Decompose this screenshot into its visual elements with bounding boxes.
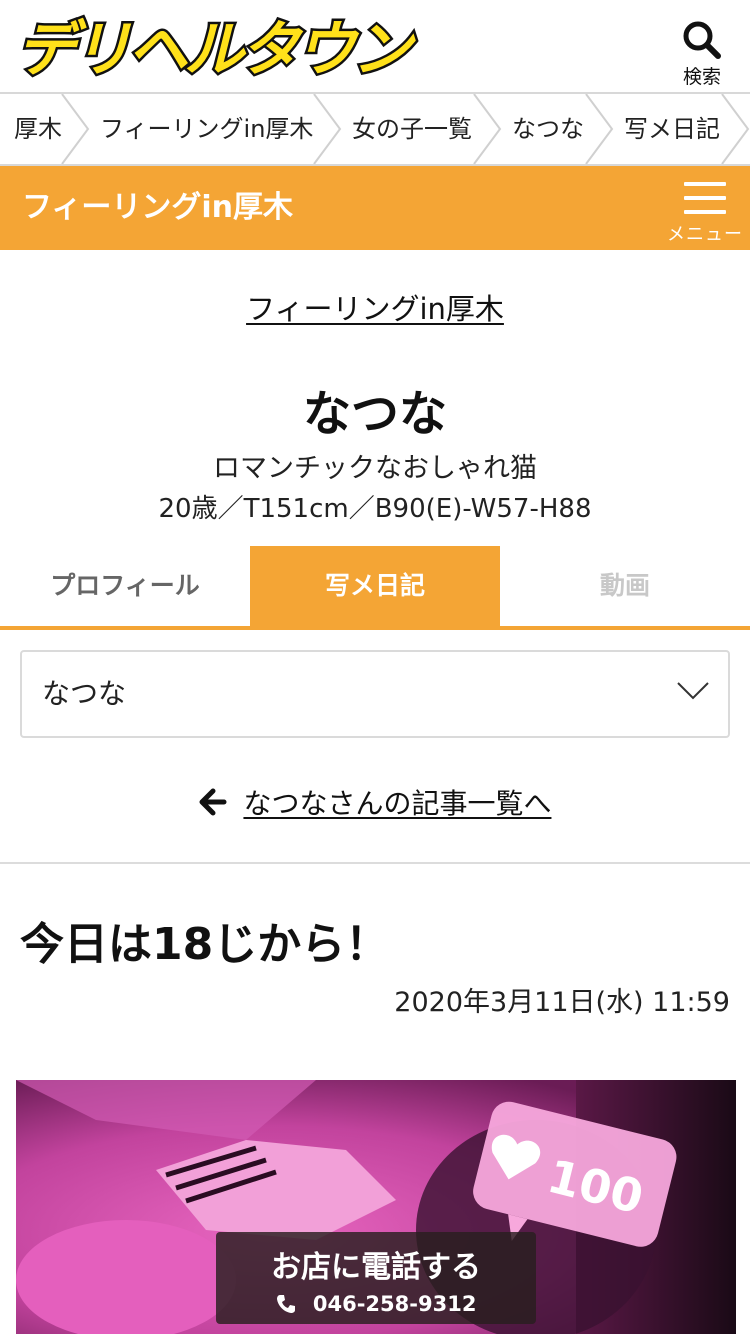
search-button[interactable]: 検索: [672, 18, 732, 88]
site-header: デリヘルタウン 検索: [0, 0, 750, 92]
breadcrumb-item-area[interactable]: 厚木: [14, 94, 62, 164]
call-shop-button[interactable]: お店に電話する 046-258-9312: [216, 1232, 536, 1324]
call-shop-label: お店に電話する: [271, 1250, 481, 1285]
breadcrumb-separator-icon: [585, 94, 614, 164]
search-icon: [683, 21, 721, 59]
girl-select-value: なつな: [42, 677, 127, 710]
arrow-left-icon: [199, 788, 227, 816]
tab-profile[interactable]: プロフィール: [0, 546, 250, 626]
back-link-label: なつなさんの記事一覧へ: [243, 787, 552, 820]
post-date: 2020年3月11日(水) 11:59: [394, 987, 730, 1018]
hamburger-icon: [666, 180, 744, 214]
profile-tabs: プロフィール 写メ日記 動画: [0, 546, 750, 630]
breadcrumb-separator-icon: [473, 94, 502, 164]
phone-icon: [276, 1295, 295, 1313]
menu-label: メニュー: [667, 224, 743, 245]
tab-diary[interactable]: 写メ日記: [250, 546, 500, 626]
breadcrumb-separator-icon: [721, 94, 750, 164]
shop-link[interactable]: フィーリングin厚木: [0, 286, 750, 328]
girl-select[interactable]: なつな: [20, 650, 730, 738]
girl-catchphrase: ロマンチックなおしゃれ猫: [213, 453, 537, 484]
girl-name: なつな: [302, 386, 447, 442]
breadcrumb-item-shop[interactable]: フィーリングin厚木: [100, 94, 313, 164]
breadcrumb-separator-icon: [313, 94, 342, 164]
post-title: 今日は18じから！: [20, 919, 390, 970]
breadcrumb-item-diary[interactable]: 写メ日記: [624, 94, 720, 164]
back-to-list-link[interactable]: なつなさんの記事一覧へ: [0, 782, 750, 822]
shop-bar-title[interactable]: フィーリングin厚木: [22, 166, 293, 250]
call-shop-number-row: 046-258-9312: [216, 1292, 536, 1316]
call-shop-number: 046-258-9312: [312, 1292, 477, 1316]
breadcrumb-item-girls[interactable]: 女の子一覧: [352, 94, 472, 164]
girl-spec: 20歳／T151cm／B90(E)-W57-H88: [158, 494, 592, 524]
breadcrumb-separator-icon: [61, 94, 90, 164]
logo-text: デリヘルタウン: [16, 15, 416, 84]
tab-video[interactable]: 動画: [500, 546, 750, 626]
breadcrumb: 厚木 フィーリングin厚木 女の子一覧 なつな 写メ日記: [0, 92, 750, 166]
divider: [0, 862, 750, 864]
breadcrumb-item-girl[interactable]: なつな: [512, 94, 584, 164]
search-label: 検索: [682, 66, 721, 88]
shop-bar: フィーリングin厚木 メニュー: [0, 166, 750, 250]
menu-button[interactable]: メニュー: [666, 180, 744, 246]
chevron-down-icon: [677, 682, 709, 700]
site-logo[interactable]: デリヘルタウン: [8, 10, 420, 84]
